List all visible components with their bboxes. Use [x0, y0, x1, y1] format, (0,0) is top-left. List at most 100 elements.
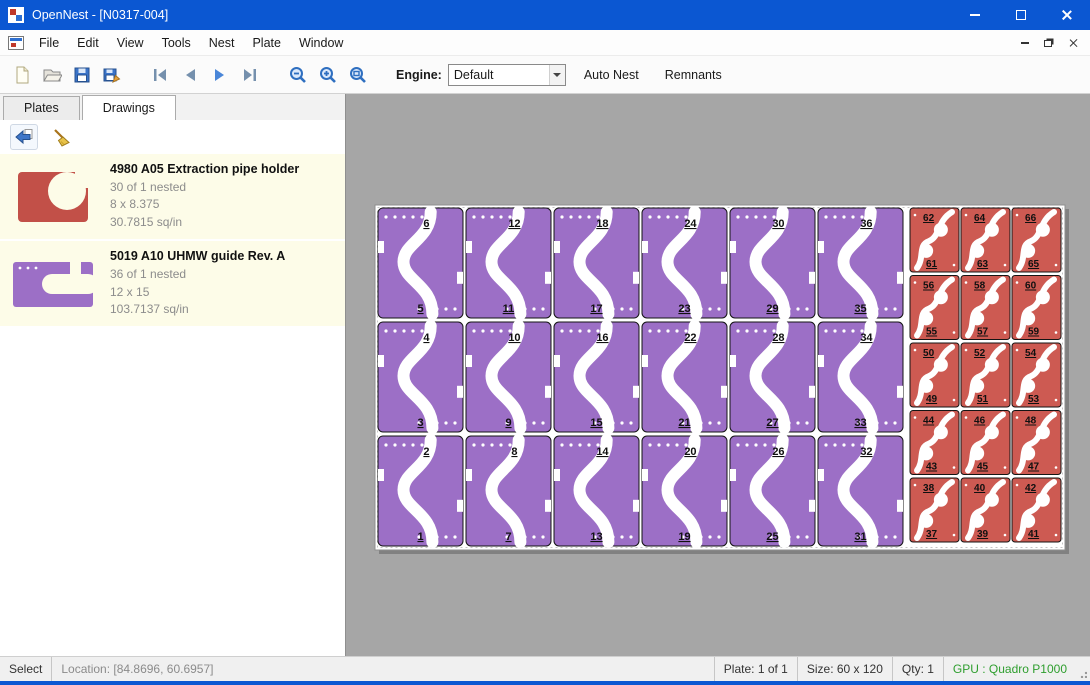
- nested-part-pair-purple[interactable]: 1817: [554, 208, 639, 318]
- maximize-button[interactable]: [998, 0, 1044, 30]
- import-button[interactable]: [10, 124, 38, 150]
- part-number: 27: [766, 417, 778, 429]
- menu-bar: File Edit View Tools Nest Plate Window: [0, 30, 1090, 56]
- nested-part-pair-purple[interactable]: 36 35: [818, 208, 903, 318]
- go-next-button[interactable]: [206, 61, 234, 89]
- nested-part-pair-purple[interactable]: 21: [378, 436, 463, 546]
- nested-part-pair-purple[interactable]: 1615: [554, 322, 639, 432]
- part-number: 66: [1025, 213, 1037, 224]
- nested-part-pair-purple[interactable]: 3029: [730, 208, 815, 318]
- tab-plates[interactable]: Plates: [3, 96, 80, 120]
- nested-part-pair-purple[interactable]: 1413: [554, 436, 639, 546]
- nest-plate-view[interactable]: 6512111817242330293635431091615222128273…: [346, 94, 1090, 656]
- part-number: 41: [1028, 529, 1040, 540]
- main-area: Plates Drawings 4980 A05 Extraction pipe…: [0, 94, 1090, 656]
- nested-part-pair-purple[interactable]: 2625: [730, 436, 815, 546]
- mdi-restore-button[interactable]: [1038, 34, 1060, 52]
- part-number: 36: [860, 218, 872, 230]
- nested-part-pair-red[interactable]: 5453: [1012, 343, 1061, 407]
- import-arrow-icon: [14, 128, 34, 146]
- nested-part-pair-purple[interactable]: 109: [466, 322, 551, 432]
- part-number: 35: [854, 303, 866, 315]
- mdi-close-button[interactable]: [1062, 34, 1084, 52]
- drawing-list-item[interactable]: 4980 A05 Extraction pipe holder 30 of 1 …: [0, 154, 345, 239]
- menu-tools[interactable]: Tools: [153, 32, 200, 54]
- nested-part-pair-purple[interactable]: 2827: [730, 322, 815, 432]
- nested-part-pair-red[interactable]: 4645: [961, 411, 1010, 475]
- save-button[interactable]: [68, 61, 96, 89]
- nested-part-pair-red[interactable]: 66 65: [1012, 208, 1061, 272]
- part-number: 65: [1028, 259, 1040, 270]
- open-icon: [42, 65, 62, 85]
- nested-part-pair-red[interactable]: 4443: [910, 411, 959, 475]
- nested-part-pair-purple[interactable]: 2423: [642, 208, 727, 318]
- part-number: 57: [977, 327, 989, 338]
- nested-part-pair-purple[interactable]: 3433: [818, 322, 903, 432]
- nested-part-pair-red[interactable]: 3837: [910, 478, 959, 542]
- document-icon[interactable]: [8, 36, 24, 50]
- resize-grip[interactable]: [1076, 657, 1090, 681]
- menu-view[interactable]: View: [108, 32, 153, 54]
- nested-part-pair-purple[interactable]: 2019: [642, 436, 727, 546]
- part-number: 12: [508, 218, 520, 230]
- go-first-button[interactable]: [146, 61, 174, 89]
- zoom-in-icon: [318, 65, 338, 85]
- nested-part-pair-purple[interactable]: 65: [378, 208, 463, 318]
- nested-part-pair-purple[interactable]: 3231: [818, 436, 903, 546]
- part-number: 20: [684, 446, 696, 458]
- part-number: 5: [417, 303, 423, 315]
- part-number: 47: [1028, 462, 1040, 473]
- menu-nest[interactable]: Nest: [200, 32, 244, 54]
- part-number: 52: [974, 348, 986, 359]
- menu-plate[interactable]: Plate: [243, 32, 290, 54]
- nested-part-pair-red[interactable]: 4847: [1012, 411, 1061, 475]
- part-number: 59: [1028, 327, 1040, 338]
- auto-nest-button[interactable]: Auto Nest: [576, 63, 647, 87]
- part-number: 50: [923, 348, 935, 359]
- new-button[interactable]: [8, 61, 36, 89]
- nested-part-pair-purple[interactable]: 2221: [642, 322, 727, 432]
- part-number: 23: [678, 303, 690, 315]
- nested-part-pair-purple[interactable]: 87: [466, 436, 551, 546]
- drawing-thumbnail: [6, 166, 102, 228]
- drawing-list-item[interactable]: 5019 A10 UHMW guide Rev. A 36 of 1 neste…: [0, 241, 345, 326]
- minimize-button[interactable]: [952, 0, 998, 30]
- nested-part-pair-red[interactable]: 6463: [961, 208, 1010, 272]
- close-button[interactable]: [1044, 0, 1090, 30]
- zoom-out-icon: [288, 65, 308, 85]
- nested-part-pair-purple[interactable]: 1211: [466, 208, 551, 318]
- menu-window[interactable]: Window: [290, 32, 352, 54]
- zoom-fit-button[interactable]: [344, 61, 372, 89]
- part-number: 30: [772, 218, 784, 230]
- part-shape-purple: [10, 253, 98, 315]
- nest-canvas[interactable]: 6512111817242330293635431091615222128273…: [346, 94, 1090, 656]
- go-previous-button[interactable]: [176, 61, 204, 89]
- nested-part-pair-red[interactable]: 5049: [910, 343, 959, 407]
- open-button[interactable]: [38, 61, 66, 89]
- nested-part-pair-red[interactable]: 6261: [910, 208, 959, 272]
- nested-part-pair-red[interactable]: 5251: [961, 343, 1010, 407]
- nested-part-pair-red[interactable]: 4241: [1012, 478, 1061, 542]
- nested-part-pair-red[interactable]: 60 59: [1012, 276, 1061, 340]
- part-number: 60: [1025, 281, 1037, 292]
- nested-part-pair-red[interactable]: 5655: [910, 276, 959, 340]
- clean-button[interactable]: [48, 124, 76, 150]
- drawing-info: 5019 A10 UHMW guide Rev. A 36 of 1 neste…: [110, 249, 285, 318]
- remnants-button[interactable]: Remnants: [657, 63, 730, 87]
- tab-drawings[interactable]: Drawings: [82, 95, 176, 120]
- menu-file[interactable]: File: [30, 32, 68, 54]
- engine-dropdown-button[interactable]: [549, 65, 565, 85]
- part-number: 61: [926, 259, 938, 270]
- status-gpu: GPU : Quadro P1000: [943, 657, 1076, 681]
- menu-edit[interactable]: Edit: [68, 32, 108, 54]
- zoom-in-button[interactable]: [314, 61, 342, 89]
- save-as-button[interactable]: [98, 61, 126, 89]
- mdi-minimize-button[interactable]: [1014, 34, 1036, 52]
- nested-part-pair-red[interactable]: 5857: [961, 276, 1010, 340]
- zoom-out-button[interactable]: [284, 61, 312, 89]
- nested-part-pair-purple[interactable]: 43: [378, 322, 463, 432]
- go-last-button[interactable]: [236, 61, 264, 89]
- nested-part-pair-red[interactable]: 4039: [961, 478, 1010, 542]
- engine-select[interactable]: Default: [448, 64, 566, 86]
- title-bar: OpenNest - [N0317-004]: [0, 0, 1090, 30]
